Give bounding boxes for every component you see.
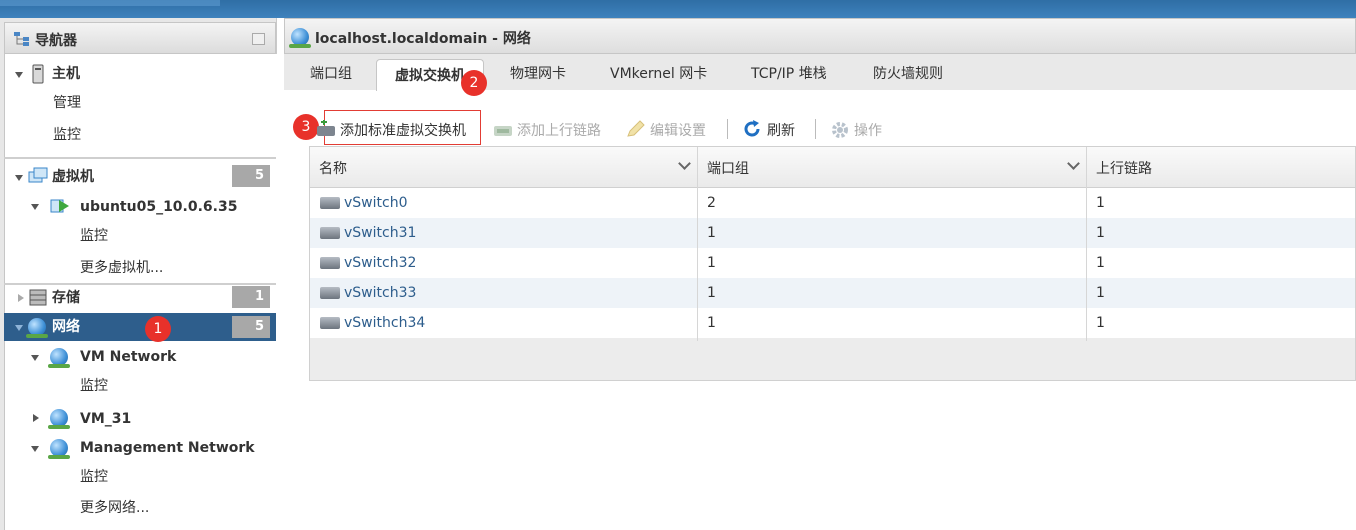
switch-icon bbox=[320, 317, 340, 329]
main-header: localhost.localdomain - 网络 bbox=[284, 18, 1356, 54]
chevron-down-icon[interactable] bbox=[678, 157, 691, 170]
collapse-icon[interactable] bbox=[252, 33, 265, 45]
vm-icon bbox=[28, 167, 48, 183]
portgroup-count: 1 bbox=[707, 225, 716, 241]
expand-icon[interactable] bbox=[31, 446, 39, 452]
expand-icon[interactable] bbox=[33, 414, 39, 422]
column-header-portgroups[interactable]: 端口组 bbox=[707, 158, 749, 178]
uplink-count: 1 bbox=[1096, 315, 1105, 331]
uplink-count: 1 bbox=[1096, 285, 1105, 301]
column-divider bbox=[1086, 147, 1087, 341]
tree-item-vm-network[interactable]: VM Network bbox=[80, 344, 176, 370]
storage-icon bbox=[29, 289, 47, 306]
add-uplink-button[interactable]: 添加上行链路 bbox=[517, 120, 601, 140]
tree-item-vms[interactable]: 虚拟机 bbox=[52, 164, 94, 190]
table-row[interactable]: vSwithch34 1 1 bbox=[310, 308, 1355, 338]
expand-icon[interactable] bbox=[15, 325, 23, 331]
gear-icon bbox=[832, 122, 848, 138]
network-icon bbox=[48, 348, 70, 368]
expand-icon[interactable] bbox=[31, 204, 39, 210]
vswitch-name-link[interactable]: vSwitch33 bbox=[344, 278, 416, 308]
table-row[interactable]: vSwitch31 1 1 bbox=[310, 218, 1355, 248]
tree-item-host-monitor[interactable]: 监控 bbox=[53, 122, 81, 148]
tree-item-more-networks[interactable]: 更多网络... bbox=[80, 495, 149, 521]
refresh-button[interactable]: 刷新 bbox=[767, 120, 795, 140]
expand-icon[interactable] bbox=[15, 175, 23, 181]
column-header-uplinks[interactable]: 上行链路 bbox=[1096, 158, 1152, 178]
add-uplink-icon bbox=[494, 126, 512, 136]
tree-item-vm-ubuntu[interactable]: ubuntu05_10.0.6.35 bbox=[80, 194, 237, 220]
portgroup-count: 2 bbox=[707, 195, 716, 211]
tab-port-groups[interactable]: 端口组 bbox=[310, 63, 352, 83]
host-icon bbox=[32, 64, 44, 84]
add-standard-vswitch-button[interactable]: 添加标准虚拟交换机 bbox=[340, 120, 466, 140]
tree-item-host[interactable]: 主机 bbox=[52, 61, 80, 87]
switch-icon bbox=[320, 227, 340, 239]
tab-physical-nics[interactable]: 物理网卡 bbox=[510, 63, 566, 83]
vswitch-table: 名称 端口组 上行链路 vSwitch0 2 1 vSwitch31 1 1 v… bbox=[309, 146, 1356, 381]
tree-item-storage[interactable]: 存储 bbox=[52, 285, 80, 311]
vm-count-badge: 5 bbox=[232, 165, 270, 187]
uplink-count: 1 bbox=[1096, 225, 1105, 241]
network-count-badge: 5 bbox=[232, 316, 270, 338]
table-row[interactable]: vSwitch0 2 1 bbox=[310, 188, 1355, 218]
actions-button[interactable]: 操作 bbox=[854, 120, 882, 140]
annotation-marker-1: 1 bbox=[145, 316, 171, 342]
refresh-icon bbox=[744, 120, 760, 137]
portgroup-count: 1 bbox=[707, 255, 716, 271]
column-divider bbox=[697, 147, 698, 341]
tab-firewall-rules[interactable]: 防火墙规则 bbox=[873, 63, 943, 83]
edit-settings-button[interactable]: 编辑设置 bbox=[650, 120, 706, 140]
add-switch-icon bbox=[317, 120, 335, 136]
tree-item-vm-network-monitor[interactable]: 监控 bbox=[80, 373, 108, 399]
network-icon bbox=[48, 409, 70, 429]
table-row[interactable]: vSwitch33 1 1 bbox=[310, 278, 1355, 308]
chevron-down-icon[interactable] bbox=[1067, 157, 1080, 170]
network-icon bbox=[289, 28, 311, 48]
top-bar bbox=[0, 0, 1356, 18]
vm-running-icon bbox=[50, 199, 69, 213]
table-header: 名称 端口组 上行链路 bbox=[310, 147, 1355, 188]
expand-icon[interactable] bbox=[15, 72, 23, 78]
expand-icon[interactable] bbox=[31, 355, 39, 361]
uplink-count: 1 bbox=[1096, 195, 1105, 211]
vswitch-name-link[interactable]: vSwitch32 bbox=[344, 248, 416, 278]
navigator-header: 导航器 bbox=[4, 22, 276, 54]
tree-item-host-manage[interactable]: 管理 bbox=[53, 90, 81, 116]
toolbar-divider bbox=[815, 119, 816, 139]
switch-icon bbox=[320, 197, 340, 209]
tree-item-vm-monitor[interactable]: 监控 bbox=[80, 223, 108, 249]
network-icon bbox=[26, 318, 48, 338]
uplink-count: 1 bbox=[1096, 255, 1105, 271]
tree-item-mgmt-monitor[interactable]: 监控 bbox=[80, 464, 108, 490]
tab-bar: 端口组 虚拟交换机 物理网卡 VMkernel 网卡 TCP/IP 堆栈 防火墙… bbox=[284, 54, 1356, 91]
storage-count-badge: 1 bbox=[232, 286, 270, 308]
divider bbox=[4, 283, 276, 285]
portgroup-count: 1 bbox=[707, 285, 716, 301]
toolbar-divider bbox=[727, 119, 728, 139]
page-title: localhost.localdomain - 网络 bbox=[315, 31, 531, 47]
switch-icon bbox=[320, 257, 340, 269]
switch-icon bbox=[320, 287, 340, 299]
tree-item-more-vms[interactable]: 更多虚拟机... bbox=[80, 255, 163, 281]
divider bbox=[4, 157, 276, 159]
pencil-icon bbox=[627, 120, 645, 137]
tab-vmkernel-nics[interactable]: VMkernel 网卡 bbox=[610, 63, 707, 83]
network-icon bbox=[48, 439, 70, 459]
column-header-name[interactable]: 名称 bbox=[319, 158, 347, 178]
tab-tcpip-stacks[interactable]: TCP/IP 堆栈 bbox=[751, 63, 827, 83]
portgroup-count: 1 bbox=[707, 315, 716, 331]
tree-item-vm31[interactable]: VM_31 bbox=[80, 406, 131, 432]
tree-item-management-network[interactable]: Management Network bbox=[80, 435, 255, 461]
tree-icon bbox=[14, 32, 29, 46]
table-row[interactable]: vSwitch32 1 1 bbox=[310, 248, 1355, 278]
expand-icon[interactable] bbox=[18, 294, 24, 302]
vswitch-name-link[interactable]: vSwitch0 bbox=[344, 188, 407, 218]
vswitch-name-link[interactable]: vSwitch31 bbox=[344, 218, 416, 248]
vswitch-name-link[interactable]: vSwithch34 bbox=[344, 308, 425, 338]
navigator-title: 导航器 bbox=[35, 33, 77, 49]
annotation-marker-2: 2 bbox=[461, 70, 487, 96]
tree-item-network[interactable]: 网络 bbox=[52, 314, 80, 340]
